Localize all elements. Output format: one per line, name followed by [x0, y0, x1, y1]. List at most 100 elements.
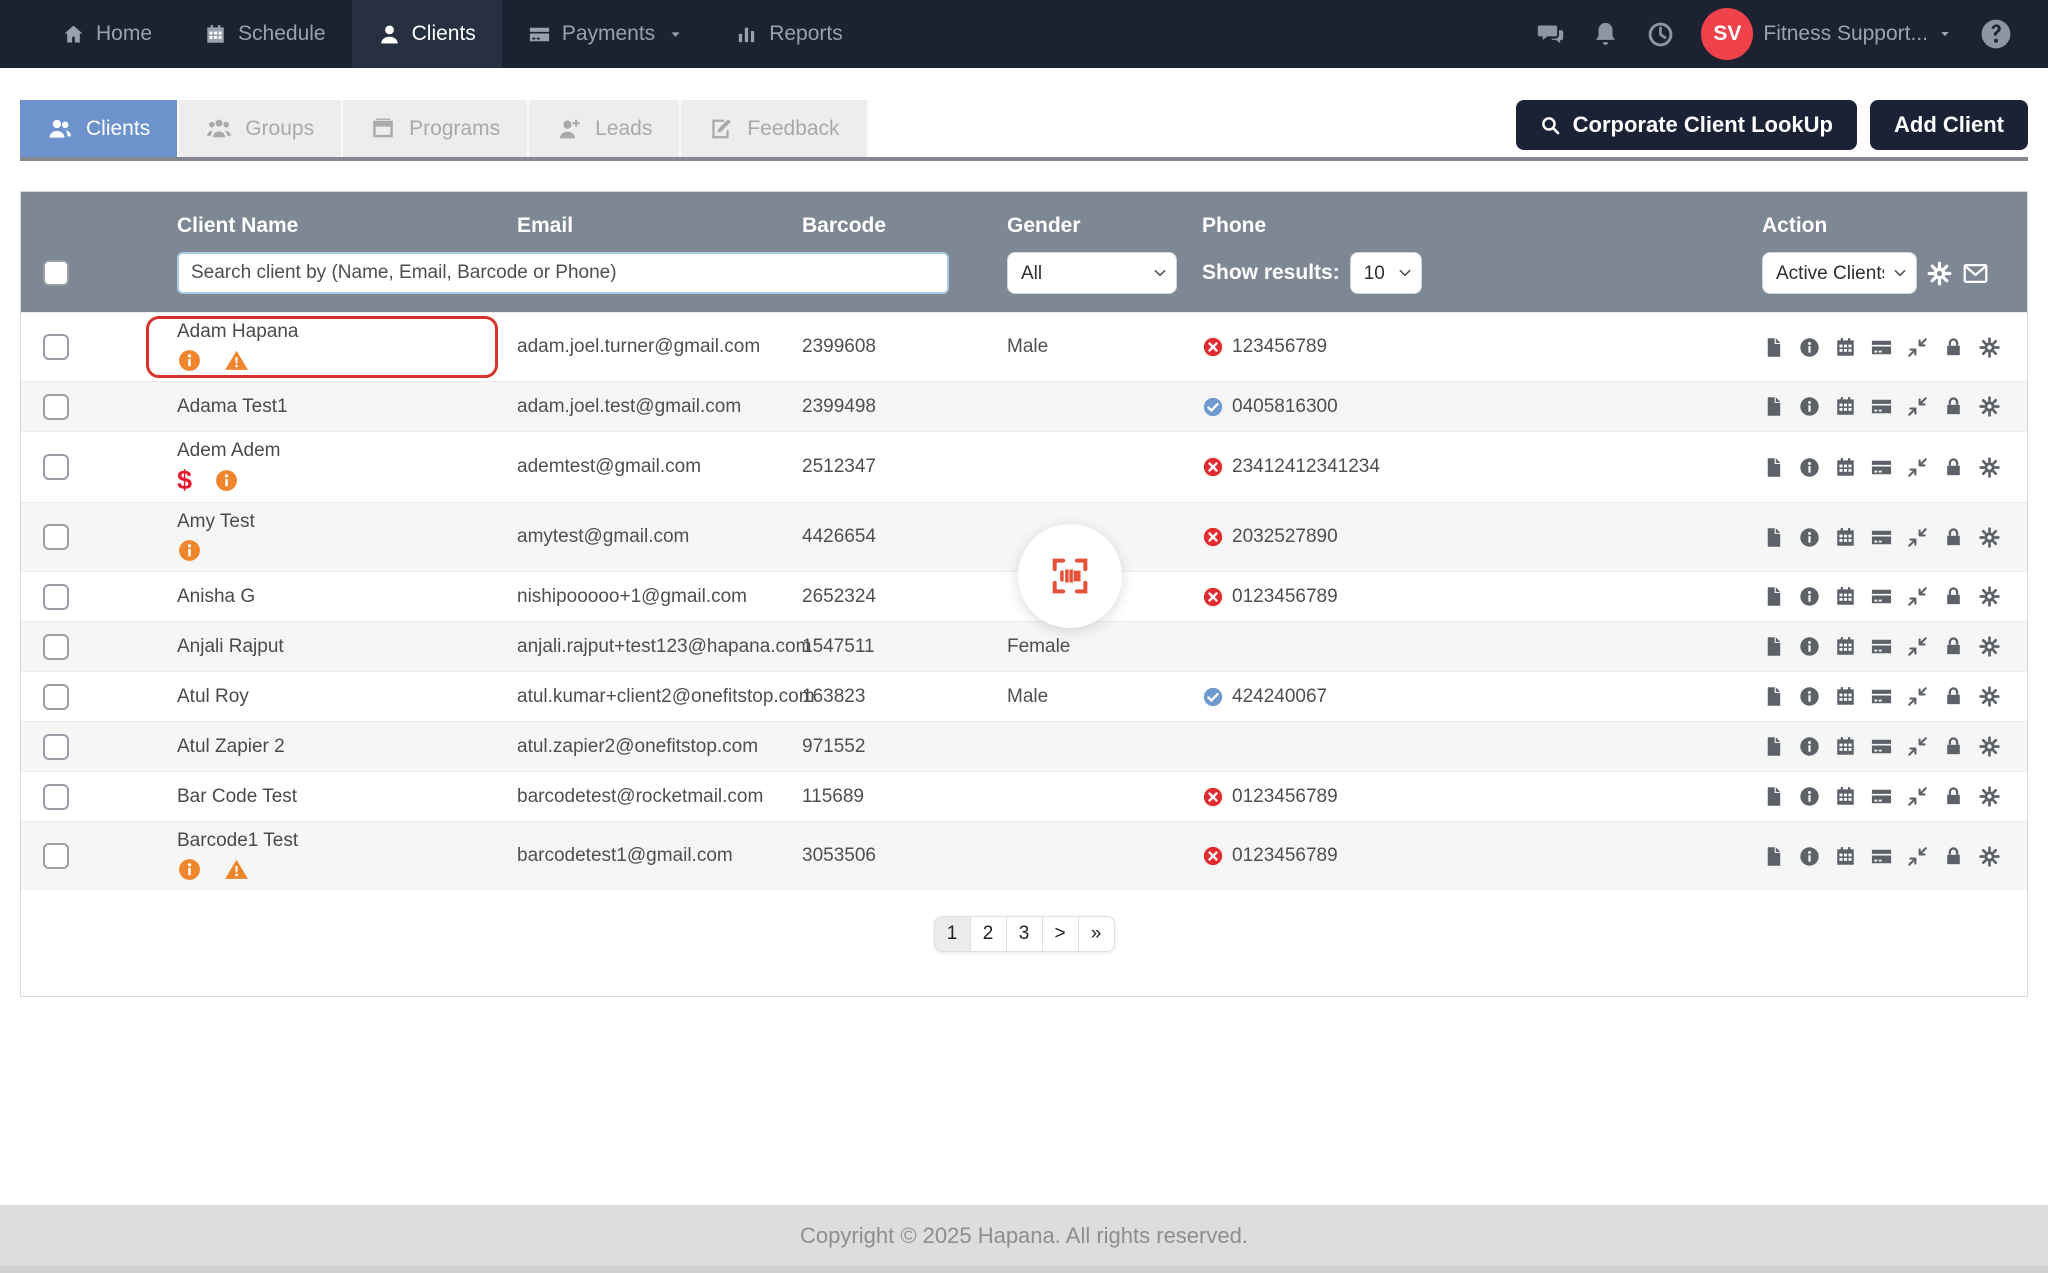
bulk-action-select[interactable]: Active Clients: [1762, 252, 1917, 294]
nav-item-home[interactable]: Home: [36, 0, 178, 68]
row-checkbox[interactable]: [43, 334, 69, 360]
file-icon[interactable]: [1762, 585, 1785, 608]
gear-icon[interactable]: [1978, 456, 2001, 479]
tab-leads[interactable]: Leads: [529, 100, 682, 157]
lock-icon[interactable]: [1942, 456, 1965, 479]
compress-icon[interactable]: [1906, 635, 1929, 658]
info-badge-icon[interactable]: [214, 468, 239, 493]
page-next-button[interactable]: >: [1041, 916, 1079, 952]
info-circle-icon[interactable]: [1798, 336, 1821, 359]
tab-feedback[interactable]: Feedback: [681, 100, 869, 157]
account-menu[interactable]: SV Fitness Support...: [1701, 8, 1952, 60]
file-icon[interactable]: [1762, 785, 1785, 808]
compress-icon[interactable]: [1906, 456, 1929, 479]
info-circle-icon[interactable]: [1798, 685, 1821, 708]
calendar-icon[interactable]: [1834, 526, 1857, 549]
gear-icon[interactable]: [1926, 260, 1953, 287]
show-results-select[interactable]: 10: [1349, 252, 1422, 294]
gear-icon[interactable]: [1978, 395, 2001, 418]
tab-groups[interactable]: Groups: [179, 100, 344, 157]
file-icon[interactable]: [1762, 735, 1785, 758]
credit-card-icon[interactable]: [1870, 336, 1893, 359]
info-circle-icon[interactable]: [1798, 635, 1821, 658]
page-button-1[interactable]: 1: [933, 916, 971, 952]
lock-icon[interactable]: [1942, 395, 1965, 418]
info-circle-icon[interactable]: [1798, 845, 1821, 868]
info-badge-icon[interactable]: [177, 538, 202, 563]
tab-programs[interactable]: Programs: [343, 100, 530, 157]
compress-icon[interactable]: [1906, 685, 1929, 708]
row-checkbox[interactable]: [43, 633, 69, 660]
calendar-icon[interactable]: [1834, 685, 1857, 708]
lock-icon[interactable]: [1942, 685, 1965, 708]
tab-clients[interactable]: Clients: [20, 100, 180, 157]
lock-icon[interactable]: [1942, 735, 1965, 758]
nav-item-schedule[interactable]: Schedule: [178, 0, 352, 68]
gender-filter-select[interactable]: All: [1007, 252, 1177, 294]
credit-card-icon[interactable]: [1870, 456, 1893, 479]
calendar-icon[interactable]: [1834, 735, 1857, 758]
credit-card-icon[interactable]: [1870, 735, 1893, 758]
search-input[interactable]: [177, 252, 949, 294]
row-checkbox[interactable]: [43, 783, 69, 810]
gear-icon[interactable]: [1978, 336, 2001, 359]
credit-card-icon[interactable]: [1870, 635, 1893, 658]
compress-icon[interactable]: [1906, 395, 1929, 418]
info-circle-icon[interactable]: [1798, 585, 1821, 608]
select-all-checkbox[interactable]: [43, 260, 69, 286]
info-circle-icon[interactable]: [1798, 456, 1821, 479]
compress-icon[interactable]: [1906, 585, 1929, 608]
credit-card-icon[interactable]: [1870, 585, 1893, 608]
compress-icon[interactable]: [1906, 785, 1929, 808]
gear-icon[interactable]: [1978, 685, 2001, 708]
gear-icon[interactable]: [1978, 526, 2001, 549]
warning-icon[interactable]: [224, 348, 249, 373]
calendar-icon[interactable]: [1834, 585, 1857, 608]
file-icon[interactable]: [1762, 685, 1785, 708]
gear-icon[interactable]: [1978, 845, 2001, 868]
compress-icon[interactable]: [1906, 336, 1929, 359]
info-badge-icon[interactable]: [177, 348, 202, 373]
calendar-icon[interactable]: [1834, 456, 1857, 479]
file-icon[interactable]: [1762, 526, 1785, 549]
credit-card-icon[interactable]: [1870, 395, 1893, 418]
credit-card-icon[interactable]: [1870, 526, 1893, 549]
nav-item-reports[interactable]: Reports: [709, 0, 869, 68]
calendar-icon[interactable]: [1834, 845, 1857, 868]
gear-icon[interactable]: [1978, 635, 2001, 658]
warning-icon[interactable]: [224, 857, 249, 882]
info-badge-icon[interactable]: [177, 857, 202, 882]
credit-card-icon[interactable]: [1870, 845, 1893, 868]
dollar-icon[interactable]: $: [177, 467, 192, 494]
barcode-scan-badge[interactable]: [1018, 524, 1122, 628]
lock-icon[interactable]: [1942, 526, 1965, 549]
calendar-icon[interactable]: [1834, 336, 1857, 359]
lock-icon[interactable]: [1942, 845, 1965, 868]
corporate-client-lookup-button[interactable]: Corporate Client LookUp: [1515, 100, 1857, 150]
credit-card-icon[interactable]: [1870, 785, 1893, 808]
row-checkbox[interactable]: [43, 683, 69, 710]
file-icon[interactable]: [1762, 395, 1785, 418]
info-circle-icon[interactable]: [1798, 395, 1821, 418]
calendar-icon[interactable]: [1834, 635, 1857, 658]
lock-icon[interactable]: [1942, 635, 1965, 658]
page-button-2[interactable]: 2: [969, 916, 1007, 952]
help-icon[interactable]: [1978, 16, 2014, 52]
lock-icon[interactable]: [1942, 785, 1965, 808]
gear-icon[interactable]: [1978, 785, 2001, 808]
page-last-button[interactable]: »: [1077, 916, 1115, 952]
nav-item-payments[interactable]: Payments: [502, 0, 709, 68]
calendar-icon[interactable]: [1834, 785, 1857, 808]
gear-icon[interactable]: [1978, 735, 2001, 758]
row-checkbox[interactable]: [43, 583, 69, 610]
file-icon[interactable]: [1762, 336, 1785, 359]
row-checkbox[interactable]: [43, 843, 69, 869]
file-icon[interactable]: [1762, 845, 1785, 868]
bell-icon[interactable]: [1591, 20, 1620, 49]
nav-item-clients[interactable]: Clients: [351, 0, 502, 68]
row-checkbox[interactable]: [43, 454, 69, 480]
info-circle-icon[interactable]: [1798, 735, 1821, 758]
compress-icon[interactable]: [1906, 735, 1929, 758]
chat-icon[interactable]: [1536, 20, 1565, 49]
row-checkbox[interactable]: [43, 524, 69, 550]
